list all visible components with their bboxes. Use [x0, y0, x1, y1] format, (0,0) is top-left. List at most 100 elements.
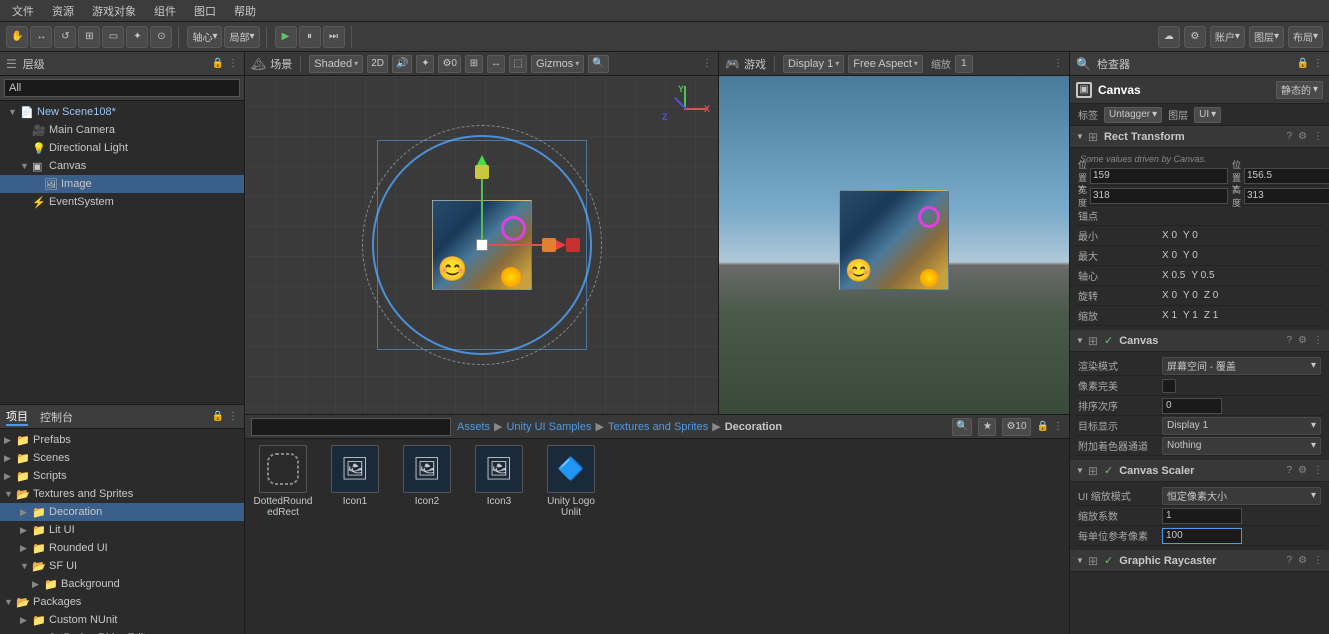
rotate-tool[interactable]: ↺	[54, 26, 76, 48]
aspect-dropdown[interactable]: Free Aspect ▾	[848, 55, 923, 73]
scene-search[interactable]: 🔍	[588, 55, 608, 73]
scaler-settings[interactable]: ⚙	[1298, 465, 1307, 476]
proj-customnunit[interactable]: ▶ 📁 Custom NUnit	[0, 611, 244, 629]
play-button[interactable]: ▶	[275, 26, 297, 48]
canvas-settings[interactable]: ⚙	[1298, 335, 1307, 346]
pixel-perfect-checkbox[interactable]	[1162, 379, 1176, 393]
hier-item-image[interactable]: 🖼 Image	[0, 175, 244, 193]
asset-options-btn[interactable]: ⚙10	[1002, 418, 1030, 436]
bread-path1[interactable]: Unity UI Samples	[506, 421, 591, 433]
rect-transform-section[interactable]: ▼ ⊞ Rect Transform ? ⚙ ⋮	[1070, 126, 1329, 148]
effects-btn[interactable]: ✦	[416, 55, 434, 73]
settings-btn[interactable]: ⚙	[1184, 26, 1206, 48]
asset-lock[interactable]: 🔒	[1037, 421, 1049, 432]
rt-settings[interactable]: ⚙	[1298, 131, 1307, 142]
hier-item-eventsystem[interactable]: ⚡ EventSystem	[0, 193, 244, 211]
proj-background[interactable]: ▶ 📁 Background	[0, 575, 244, 593]
tab-console[interactable]: 控制台	[40, 409, 73, 425]
menu-assets[interactable]: 资源	[44, 1, 82, 21]
gizmo-center-square[interactable]	[476, 239, 488, 251]
raycaster-section[interactable]: ▼ ⊞ ✓ Graphic Raycaster ? ⚙ ⋮	[1070, 550, 1329, 572]
menu-window[interactable]: 图口	[186, 1, 224, 21]
pos-x-input[interactable]	[1090, 168, 1228, 184]
asset-search-input[interactable]	[251, 418, 451, 436]
canvas-more[interactable]: ⋮	[1313, 335, 1323, 346]
local-btn[interactable]: 局部 ▾	[224, 26, 259, 48]
proj-prefabs[interactable]: ▶ 📁 Prefabs	[0, 431, 244, 449]
canvas-section[interactable]: ▼ ⊞ ✓ Canvas ? ⚙ ⋮	[1070, 330, 1329, 352]
menu-component[interactable]: 组件	[146, 1, 184, 21]
canvas-help[interactable]: ?	[1286, 335, 1292, 346]
width-input[interactable]	[1090, 188, 1228, 204]
hierarchy-search-input[interactable]	[4, 79, 240, 97]
asset-icon1[interactable]: 🖼 Icon1	[325, 445, 385, 628]
static-dropdown[interactable]: 静态的 ▾	[1276, 81, 1323, 99]
scene-more[interactable]: ⋮	[702, 58, 712, 69]
proj-sfui[interactable]: ▼ 📂 SF UI	[0, 557, 244, 575]
ui-scale-dropdown[interactable]: 恒定像素大小 ▾	[1162, 487, 1321, 505]
gizmos-dropdown[interactable]: Gizmos ▾	[531, 55, 584, 73]
add-camera-dropdown[interactable]: Nothing ▾	[1162, 437, 1321, 455]
proj-roundedui[interactable]: ▶ 📁 Rounded UI	[0, 539, 244, 557]
bread-root[interactable]: Assets	[457, 421, 490, 433]
scene-options1[interactable]: ⚙0	[438, 55, 461, 73]
asset-search-btn[interactable]: 🔍	[952, 418, 972, 436]
pivot-btn[interactable]: 轴心 ▾	[187, 26, 222, 48]
step-button[interactable]: ⏭	[323, 26, 345, 48]
hier-item-scene[interactable]: ▼ 📄 New Scene108*	[0, 103, 244, 121]
pos-y-input[interactable]	[1244, 168, 1329, 184]
asset-icon2[interactable]: 🖼 Icon2	[397, 445, 457, 628]
gizmo-x-end-square[interactable]	[566, 238, 580, 252]
menu-gameobject[interactable]: 游戏对象	[84, 1, 144, 21]
rt-more[interactable]: ⋮	[1313, 131, 1323, 142]
scaler-help[interactable]: ?	[1286, 465, 1292, 476]
raycaster-more[interactable]: ⋮	[1313, 555, 1323, 566]
proj-litui[interactable]: ▶ 📁 Lit UI	[0, 521, 244, 539]
hier-item-camera[interactable]: 🎥 Main Camera	[0, 121, 244, 139]
layers-btn[interactable]: 图层 ▾	[1249, 26, 1284, 48]
inspector-more[interactable]: ⋮	[1313, 58, 1323, 69]
raycaster-settings[interactable]: ⚙	[1298, 555, 1307, 566]
proj-scripts[interactable]: ▶ 📁 Scripts	[0, 467, 244, 485]
scene-options2[interactable]: ⊞	[465, 55, 483, 73]
shading-dropdown[interactable]: Shaded ▾	[309, 55, 363, 73]
proj-jetbrains[interactable]: ▶ 📁 JetBrains Rider Editor	[0, 629, 244, 634]
inspector-lock[interactable]: 🔒	[1297, 58, 1309, 69]
scene-canvas[interactable]: Y X Z	[245, 76, 718, 414]
project-lock[interactable]: 🔒	[212, 411, 224, 422]
asset-more[interactable]: ⋮	[1053, 421, 1063, 432]
account-btn[interactable]: 账户 ▾	[1210, 26, 1245, 48]
zoom-value[interactable]: 1	[955, 55, 973, 73]
pause-button[interactable]: ⏸	[299, 26, 321, 48]
asset-star-btn[interactable]: ★	[978, 418, 996, 436]
asset-unity-logo[interactable]: 🔷 Unity Logo Unlit	[541, 445, 601, 628]
hier-item-canvas[interactable]: ▼ ▣ Canvas	[0, 157, 244, 175]
proj-scenes[interactable]: ▶ 📁 Scenes	[0, 449, 244, 467]
audio-btn[interactable]: 🔊	[392, 55, 412, 73]
hand-tool[interactable]: ✋	[6, 26, 28, 48]
2d-btn[interactable]: 2D	[367, 55, 388, 73]
layout-btn[interactable]: 布局 ▾	[1288, 26, 1323, 48]
menu-file[interactable]: 文件	[4, 1, 42, 21]
layer-dropdown[interactable]: UI▾	[1194, 107, 1221, 123]
height-input[interactable]	[1244, 188, 1329, 204]
hierarchy-more[interactable]: ⋮	[228, 58, 238, 69]
scaler-more[interactable]: ⋮	[1313, 465, 1323, 476]
tag-dropdown[interactable]: Untagger▾	[1104, 107, 1162, 123]
scene-options3[interactable]: ↔	[487, 55, 505, 73]
proj-packages[interactable]: ▼ 📂 Packages	[0, 593, 244, 611]
move-tool[interactable]: ↔	[30, 26, 52, 48]
gizmo-y-end-square[interactable]	[475, 165, 489, 179]
menu-help[interactable]: 帮助	[226, 1, 264, 21]
ref-pix-input[interactable]	[1162, 528, 1242, 544]
proj-textures[interactable]: ▼ 📂 Textures and Sprites	[0, 485, 244, 503]
rect-tool[interactable]: ▭	[102, 26, 124, 48]
rt-help[interactable]: ?	[1286, 131, 1292, 142]
hierarchy-lock[interactable]: 🔒	[212, 58, 224, 69]
game-canvas[interactable]	[719, 76, 1069, 414]
collab-btn[interactable]: ☁	[1158, 26, 1180, 48]
scale-tool[interactable]: ⊞	[78, 26, 100, 48]
scale-factor-input[interactable]	[1162, 508, 1242, 524]
asset-icon3[interactable]: 🖼 Icon3	[469, 445, 529, 628]
asset-dottedroundedrect[interactable]: DottedRoundedRect	[253, 445, 313, 628]
